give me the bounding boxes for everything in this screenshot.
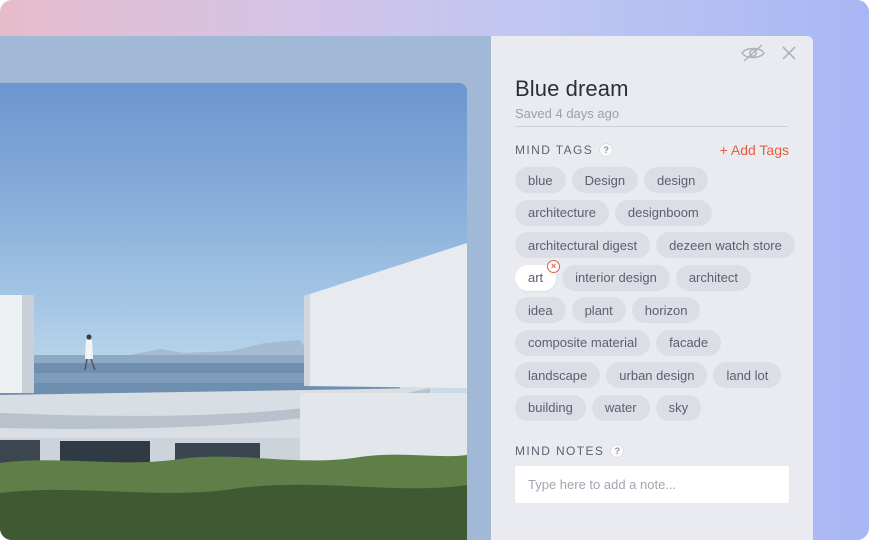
tag-chip[interactable]: building (515, 394, 586, 421)
tag-chip[interactable]: horizon (631, 297, 701, 323)
tag-label: architect (688, 270, 738, 285)
tag-label: idea (528, 302, 553, 318)
tag-label: architectural digest (528, 237, 638, 253)
add-tags-button[interactable]: + Add Tags (720, 142, 789, 158)
remove-tag-icon[interactable]: × (547, 259, 561, 273)
tag-label: water (604, 400, 637, 415)
tag-label: interior design (575, 270, 657, 285)
tag-chip[interactable]: water (591, 394, 650, 421)
details-panel: Blue dream Saved 4 days ago MIND TAGS ? … (491, 36, 813, 540)
close-icon[interactable] (777, 43, 801, 63)
tag-label: composite material (528, 335, 638, 350)
note-input[interactable] (515, 466, 789, 503)
tag-label: designboom (627, 205, 699, 220)
tag-label: sky (668, 400, 689, 415)
tag-chip[interactable]: architecture (515, 199, 609, 226)
tag-chip[interactable]: composite material (515, 329, 651, 356)
tag-chip[interactable]: Design (571, 167, 639, 193)
card-title[interactable]: Blue dream (515, 76, 629, 102)
tag-label: blue (528, 172, 553, 188)
tag-chip[interactable]: plant (571, 297, 626, 323)
tag-chip[interactable]: facade (656, 329, 722, 356)
photo-illustration (0, 243, 467, 540)
mind-notes-label: MIND NOTES (515, 444, 605, 458)
tag-chip[interactable]: art × (515, 259, 561, 291)
mind-tags-label: MIND TAGS (515, 143, 594, 157)
tag-label: facade (669, 335, 709, 350)
architecture-photo (0, 83, 467, 540)
tag-chip[interactable]: interior design (562, 264, 670, 291)
tag-list: blue Design design architecture designboom ar… (515, 167, 795, 421)
tag-label: plant (584, 302, 613, 318)
tag-label: horizon (644, 302, 688, 318)
tag-chip[interactable]: sky (655, 394, 702, 421)
mind-notes-heading: MIND NOTES ? (515, 444, 625, 458)
tag-chip[interactable]: dezeen watch store (656, 232, 795, 258)
tag-chip[interactable]: urban design (606, 362, 708, 388)
tag-label: building (528, 400, 573, 415)
tag-label: land lot (726, 367, 769, 383)
tag-label: urban design (619, 367, 695, 383)
saved-timestamp: Saved 4 days ago (515, 106, 620, 121)
tag-chip[interactable]: design (644, 167, 709, 193)
divider (515, 126, 788, 127)
app-frame: Blue dream Saved 4 days ago MIND TAGS ? … (0, 0, 869, 540)
tag-chip[interactable]: blue (515, 167, 566, 193)
tag-chip[interactable]: architect (675, 264, 751, 291)
tag-label: art (528, 270, 544, 285)
tag-chip[interactable]: landscape (515, 362, 601, 388)
panel-toolbar (741, 43, 801, 63)
tag-chip[interactable]: land lot (713, 362, 782, 388)
tag-label: landscape (528, 367, 588, 383)
tag-label: dezeen watch store (669, 237, 782, 253)
help-icon[interactable]: ? (599, 143, 614, 157)
tag-label: architecture (528, 205, 596, 220)
tag-chip[interactable]: designboom (614, 199, 712, 226)
tag-chip[interactable]: idea (515, 297, 566, 323)
mind-tags-heading: MIND TAGS ? (515, 143, 614, 157)
tag-label: Design (584, 172, 626, 188)
tag-label: design (657, 172, 696, 188)
eye-off-icon[interactable] (741, 43, 765, 63)
help-icon[interactable]: ? (610, 444, 625, 458)
tag-chip[interactable]: architectural digest (515, 232, 651, 258)
